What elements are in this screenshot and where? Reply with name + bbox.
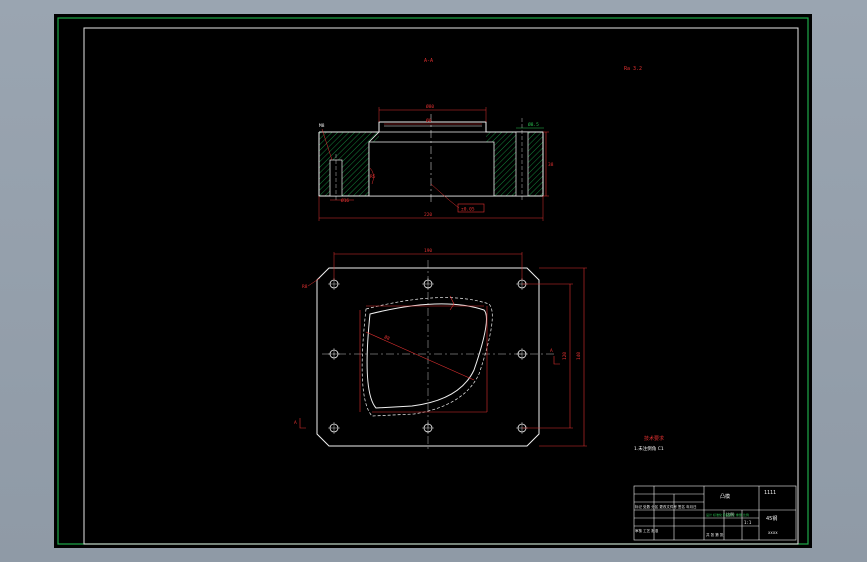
title-drawing-no: 1111: [764, 490, 776, 496]
cavity-outer-dashed: [361, 297, 493, 417]
callout-box: ±0.05: [461, 207, 475, 213]
cad-drawing: A-A Ra 3.2 Ø80 Ø0 38 220 ±0.05 M8 Ø16 Ø8…: [57, 17, 809, 545]
plan-dim-top: 190: [424, 248, 432, 254]
plan-view: Ø8 190 140 120 R8 A A: [294, 248, 587, 452]
corner-leader: [307, 277, 321, 287]
cavity-outline: [366, 303, 487, 409]
roughness-note: Ra 3.2: [624, 66, 642, 72]
corner-label: R8: [302, 284, 308, 290]
section-cavity: [368, 141, 495, 197]
title-part-name: 凸模: [720, 493, 730, 500]
section-arrow-right: [553, 356, 560, 365]
title-row1: 标记 处数 分区 更改文件号 签名 年月日: [635, 504, 697, 509]
green-note: Ø8.5: [528, 121, 539, 128]
dim-right-height: 38: [548, 162, 554, 168]
tech-req-line1: 1.未注倒角 C1: [634, 445, 664, 452]
section-label: A-A: [424, 58, 433, 64]
title-row3: 审核 工艺 批准: [635, 528, 659, 533]
cavity-diagonal: [365, 331, 475, 381]
dim-center: Ø0: [426, 117, 432, 124]
bottom-small-label: Ø16: [341, 197, 349, 204]
cad-viewport[interactable]: A-A Ra 3.2 Ø80 Ø0 38 220 ±0.05 M8 Ø16 Ø8…: [54, 14, 812, 548]
section-hatch-right: [486, 132, 543, 196]
title-sheet: 共 张 第 张: [706, 532, 724, 537]
plan-dim-right-outer: 140: [576, 352, 582, 360]
section-arrow-left: [299, 418, 306, 429]
title-scale-value: 1:1: [744, 520, 752, 525]
title-row2: 设计 标准化 阶段标记 重量 比例: [706, 512, 749, 517]
title-material: 45钢: [766, 515, 777, 522]
sheet-border-outer: [57, 17, 809, 545]
dim-left-radius: R5: [370, 174, 376, 180]
section-marker-left: A: [294, 420, 297, 426]
cavity-top-notch: [449, 295, 455, 311]
plan-dim-right-inner: 120: [562, 352, 568, 360]
sheet-frame: [83, 27, 799, 545]
dim-top-width: Ø80: [426, 103, 434, 110]
section-view: Ø80 Ø0 38 220 ±0.05 M8 Ø16 Ø8.5 R5: [318, 103, 554, 221]
tech-req-title: 技术要求: [644, 435, 664, 442]
diagonal-dim: Ø8: [383, 333, 391, 342]
dim-bottom-width: 220: [424, 212, 432, 218]
title-school: xxxx: [768, 530, 778, 535]
section-marker-right: A: [550, 348, 553, 354]
left-small-label: M8: [319, 123, 325, 129]
